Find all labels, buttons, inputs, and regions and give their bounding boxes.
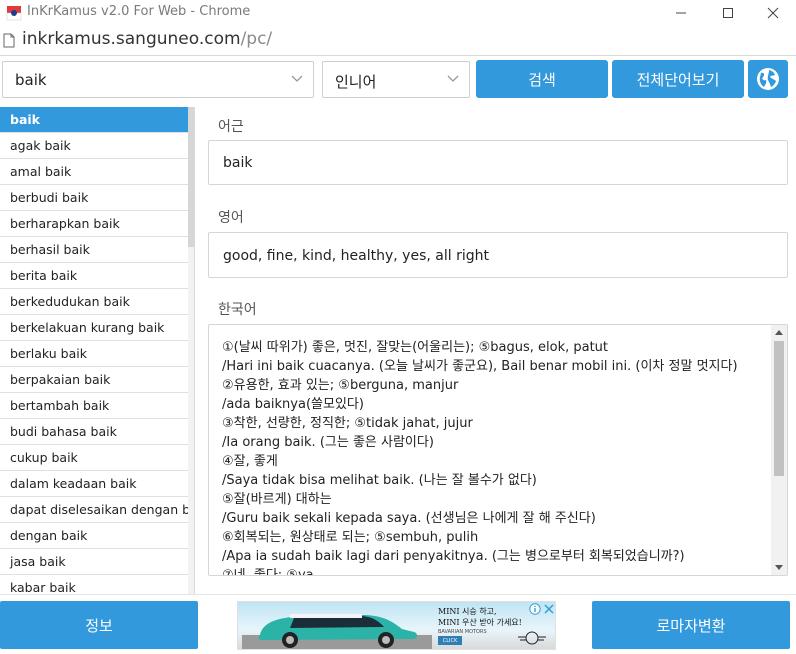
korean-definition-line: /Ia orang baik. (그는 좋은 사람이다)	[222, 435, 434, 450]
romanization-button[interactable]: 로마자변환	[592, 601, 790, 649]
minimize-button[interactable]	[658, 0, 704, 26]
window-title: InKrKamus v2.0 For Web - Chrome	[27, 4, 251, 19]
root-field[interactable]: baik	[208, 140, 788, 185]
korean-scroll-thumb[interactable]	[774, 341, 784, 476]
korean-label: 한국어	[218, 302, 257, 318]
word-list-scrollbar[interactable]	[188, 107, 194, 594]
korean-definition-line: ⑤잘(바르게) 대하는	[222, 492, 332, 507]
app-window: InKrKamus v2.0 For Web - Chrome inkrkamu…	[0, 0, 796, 654]
url-host: inkrkamus.sanguneo.com	[22, 29, 241, 49]
korean-definition-line: /Guru baik sekali kepada saya. (선생님은 나에게…	[222, 511, 596, 526]
korean-definition-line: ②유용한, 효과 있는; ⑤berguna, manjur	[222, 378, 459, 393]
root-label: 어근	[218, 119, 244, 135]
maximize-button[interactable]	[705, 0, 751, 26]
korean-definition-box[interactable]: ①(날씨 따위가) 좋은, 멋진, 잘맞는(어울리는); ⑤bagus, elo…	[208, 324, 788, 576]
word-list-item[interactable]: jasa baik	[0, 549, 194, 575]
word-list-item[interactable]: dapat diselesaikan dengan baik	[0, 497, 194, 523]
ad-info-icon[interactable]	[529, 603, 541, 615]
word-select[interactable]: baik	[2, 61, 314, 98]
car-image	[242, 614, 432, 649]
scroll-down-icon[interactable]	[775, 565, 783, 570]
globe-icon	[757, 68, 779, 90]
korean-definition-line: /Saya tidak bisa melihat baik. (나는 잘 볼수가…	[222, 473, 537, 488]
word-list-item[interactable]: berharapkan baik	[0, 211, 194, 237]
globe-button[interactable]	[748, 60, 788, 98]
root-value: baik	[223, 155, 253, 171]
page-icon	[3, 33, 15, 48]
korean-definition-line: ⑥회복되는, 원상태로 되는; ⑤sembuh, pulih	[222, 530, 479, 545]
ad-close-icon[interactable]	[543, 603, 555, 615]
word-list-item[interactable]: berhasil baik	[0, 237, 194, 263]
korean-scrollbar[interactable]	[771, 325, 787, 575]
close-icon	[767, 7, 779, 19]
info-button[interactable]: 정보	[0, 601, 198, 649]
ad-click-button[interactable]: CLICK	[438, 636, 462, 645]
korean-definition-line: ④잘, 좋게	[222, 454, 278, 469]
word-list-item[interactable]: berbudi baik	[0, 185, 194, 211]
window-titlebar: InKrKamus v2.0 For Web - Chrome	[0, 0, 796, 26]
url-path: /pc/	[240, 29, 273, 49]
address-bar[interactable]: inkrkamus.sanguneo.com/pc/	[0, 26, 796, 56]
word-list-item[interactable]: dalam keadaan baik	[0, 471, 194, 497]
word-select-value: baik	[15, 71, 47, 89]
close-window-button[interactable]	[750, 0, 796, 26]
language-select-value: 인니어	[335, 73, 377, 91]
word-list[interactable]: baik agak baik amal baik berbudi baik berhar…	[0, 107, 195, 594]
chevron-down-icon	[447, 75, 459, 82]
word-list-item[interactable]: budi bahasa baik	[0, 419, 194, 445]
word-list-item[interactable]: kabar baik	[0, 575, 194, 594]
english-value: good, fine, kind, healthy, yes, all righ…	[223, 248, 489, 264]
minimize-icon	[676, 12, 686, 14]
word-list-item[interactable]: cukup baik	[0, 445, 194, 471]
word-list-scroll-thumb[interactable]	[188, 107, 194, 247]
word-list-item[interactable]: amal baik	[0, 159, 194, 185]
korean-definition-line: ①(날씨 따위가) 좋은, 멋진, 잘맞는(어울리는); ⑤bagus, elo…	[222, 340, 609, 355]
ad-brand: BAVARIAN MOTORS	[438, 629, 487, 635]
mini-logo-icon	[518, 631, 546, 645]
korean-definition-line: /Hari ini baik cuacanya. (오늘 날씨가 좋군요), B…	[222, 359, 738, 374]
word-list-item[interactable]: berlaku baik	[0, 341, 194, 367]
word-list-item[interactable]: berita baik	[0, 263, 194, 289]
search-button[interactable]: 검색	[476, 60, 608, 98]
ad-line-1: MINI 시승 하고,	[438, 607, 497, 616]
korean-definition-line: /Apa ia sudah baik lagi dari penyakitnya…	[222, 549, 685, 564]
app-flag-icon	[6, 6, 22, 21]
word-list-item[interactable]: dengan baik	[0, 523, 194, 549]
advertisement-banner[interactable]: MINI 시승 하고, MINI 우산 받아 가세요! BAVARIAN MOT…	[237, 601, 556, 650]
word-list-item[interactable]: agak baik	[0, 133, 194, 159]
word-list-item[interactable]: berkedudukan baik	[0, 289, 194, 315]
chevron-down-icon	[291, 75, 303, 82]
word-list-items: baik agak baik amal baik berbudi baik berhar…	[0, 107, 194, 594]
english-label: 영어	[218, 210, 244, 226]
korean-definition-line: ③착한, 선량한, 정직한; ⑤tidak jahat, jujur	[222, 416, 473, 431]
maximize-icon	[723, 8, 733, 18]
ad-line-2: MINI 우산 받아 가세요!	[438, 618, 522, 627]
word-list-item[interactable]: bertambah baik	[0, 393, 194, 419]
english-field[interactable]: good, fine, kind, healthy, yes, all righ…	[208, 232, 788, 278]
scroll-up-icon[interactable]	[775, 330, 783, 335]
korean-definition-lines: ①(날씨 따위가) 좋은, 멋진, 잘맞는(어울리는); ⑤bagus, elo…	[222, 338, 772, 576]
view-all-words-button[interactable]: 전체단어보기	[612, 60, 744, 98]
korean-definition-line: /ada baiknya(쓸모있다)	[222, 397, 364, 412]
korean-definition-line: ⑦네, 좋다; ⑤ya	[222, 568, 314, 576]
detail-panel: 어근 baik 영어 good, fine, kind, healthy, ye…	[197, 104, 796, 594]
word-list-item[interactable]: berpakaian baik	[0, 367, 194, 393]
language-select[interactable]: 인니어	[322, 61, 470, 98]
bottom-bar: 정보 MINI 시승 하고, MINI 우산 받아 가세요! BAVARIAN …	[0, 594, 796, 654]
word-list-item[interactable]: baik	[0, 107, 194, 133]
word-list-item[interactable]: berkelakuan kurang baik	[0, 315, 194, 341]
search-controls: baik 인니어 검색 전체단어보기	[0, 56, 796, 104]
url-text: inkrkamus.sanguneo.com/pc/	[22, 29, 272, 49]
